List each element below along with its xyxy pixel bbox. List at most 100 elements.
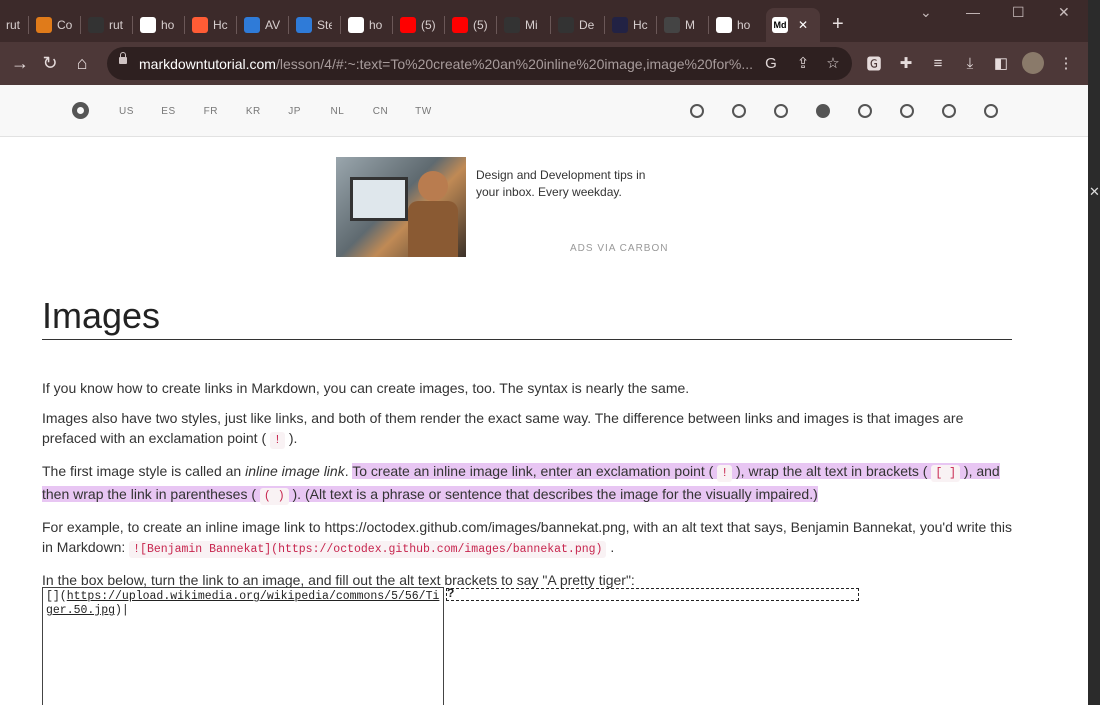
web-page: US ES FR KR JP NL CN TW Design and Development … bbox=[0, 85, 1088, 705]
new-tab-button[interactable]: + bbox=[832, 13, 844, 36]
side-strip bbox=[1088, 0, 1100, 705]
language-link-kr[interactable]: KR bbox=[246, 106, 261, 117]
lesson-dot[interactable] bbox=[984, 104, 998, 118]
lesson-dot[interactable] bbox=[732, 104, 746, 118]
ads-via-carbon-link[interactable]: ADS VIA CARBON bbox=[570, 243, 668, 254]
browser-tab[interactable]: ho bbox=[710, 8, 758, 42]
lesson-dot[interactable] bbox=[942, 104, 956, 118]
browser-tab[interactable]: Hc bbox=[606, 8, 654, 42]
url-text[interactable]: markdowntutorial.com/lesson/4/#:~:text=T… bbox=[139, 56, 759, 72]
browser-tab[interactable]: De bbox=[552, 8, 600, 42]
language-link-nl[interactable]: NL bbox=[331, 106, 345, 117]
tab-separator bbox=[28, 16, 29, 34]
browser-tab[interactable]: Md ✕ bbox=[766, 8, 820, 42]
logo-icon bbox=[612, 17, 628, 33]
forward-icon[interactable]: → bbox=[8, 51, 32, 75]
lock-icon bbox=[119, 52, 127, 64]
tab-strip: rut Co rut ho Hc AV Ste ho (5) (5) Mi De Hc Mho Md ✕ + … bbox=[0, 0, 1088, 42]
browser-tab[interactable]: (5) bbox=[446, 8, 494, 42]
lesson-dot[interactable] bbox=[900, 104, 914, 118]
ad-text[interactable]: Design and Development tips in your inbo… bbox=[476, 167, 666, 201]
browser-tab[interactable]: AV bbox=[238, 8, 286, 42]
browser-tab[interactable]: Hc bbox=[186, 8, 234, 42]
close-tab-icon[interactable]: ✕ bbox=[798, 18, 808, 32]
tab-separator bbox=[708, 16, 709, 34]
reload-icon[interactable]: ↻ bbox=[38, 51, 62, 75]
browser-tab[interactable]: rut bbox=[82, 8, 130, 42]
google-icon bbox=[140, 17, 156, 33]
tab-separator bbox=[550, 16, 551, 34]
lesson-dot[interactable] bbox=[858, 104, 872, 118]
close-icon[interactable]: ✕ bbox=[1089, 184, 1100, 200]
tab-separator bbox=[444, 16, 445, 34]
github-icon bbox=[558, 17, 574, 33]
language-link-fr[interactable]: FR bbox=[204, 106, 218, 117]
minimize-button[interactable]: — bbox=[966, 4, 980, 20]
language-link-cn[interactable]: CN bbox=[373, 106, 388, 117]
tab-title: AV bbox=[265, 18, 280, 32]
browser-tab[interactable]: Mi bbox=[498, 8, 546, 42]
tab-separator bbox=[288, 16, 289, 34]
media-control-icon[interactable]: ≡ bbox=[927, 52, 949, 74]
browser-tab[interactable]: Co bbox=[30, 8, 78, 42]
ad-person-head bbox=[418, 171, 448, 201]
lesson-dot[interactable] bbox=[690, 104, 704, 118]
markdown-editor[interactable]: [](https://upload.wikimedia.org/wikipedi… bbox=[42, 587, 444, 705]
tab-title: ho bbox=[161, 18, 175, 32]
avatar[interactable] bbox=[1022, 52, 1044, 74]
language-link-us[interactable]: US bbox=[119, 106, 134, 117]
tab-title: (5) bbox=[473, 18, 488, 32]
tab-title: ho bbox=[369, 18, 383, 32]
tab-title: rut bbox=[6, 18, 21, 32]
browser-tab[interactable]: ho bbox=[134, 8, 182, 42]
google-lens-icon[interactable]: G bbox=[761, 53, 781, 73]
github-icon bbox=[88, 17, 104, 33]
site-icon bbox=[664, 17, 680, 33]
page-title: Images bbox=[42, 285, 1012, 340]
github-icon[interactable] bbox=[72, 102, 89, 119]
code-exclamation: ! bbox=[270, 432, 285, 449]
bookmark-star-icon[interactable]: ☆ bbox=[823, 53, 843, 73]
google-icon bbox=[716, 17, 732, 33]
tab-separator bbox=[80, 16, 81, 34]
site-icon bbox=[244, 17, 260, 33]
tab-separator bbox=[132, 16, 133, 34]
translate-icon[interactable]: 🅶 bbox=[863, 52, 885, 74]
browser-tab[interactable]: M bbox=[658, 8, 706, 42]
paragraph-4: For example, to create an inline image l… bbox=[42, 519, 1012, 558]
carbon-ad[interactable]: Design and Development tips in your inbo… bbox=[336, 157, 676, 257]
lesson-dot[interactable] bbox=[816, 104, 830, 118]
tab-search-icon[interactable]: ⌄ bbox=[920, 4, 932, 21]
browser-toolbar: → ↻ ⌂ markdowntutorial.com/lesson/4/#:~:… bbox=[0, 42, 1088, 85]
language-link-tw[interactable]: TW bbox=[415, 106, 432, 117]
close-window-button[interactable]: ✕ bbox=[1058, 4, 1070, 21]
browser-tab[interactable]: rut bbox=[0, 8, 28, 42]
tab-title: Hc bbox=[213, 18, 228, 32]
language-link-jp[interactable]: JP bbox=[288, 106, 301, 117]
language-link-es[interactable]: ES bbox=[161, 106, 175, 117]
tab-separator bbox=[656, 16, 657, 34]
maximize-button[interactable]: ☐ bbox=[1012, 4, 1025, 21]
paragraph-1: If you know how to create links in Markd… bbox=[42, 380, 690, 396]
side-panel-icon[interactable]: ◧ bbox=[990, 52, 1012, 74]
tab-title: Mi bbox=[525, 18, 538, 32]
browser-tab[interactable]: Ste bbox=[290, 8, 338, 42]
menu-icon[interactable]: ⋮ bbox=[1055, 52, 1077, 74]
browser-tab[interactable]: (5) bbox=[394, 8, 442, 42]
download-icon[interactable]: ⤓ bbox=[959, 52, 981, 74]
home-icon[interactable]: ⌂ bbox=[70, 51, 94, 75]
lesson-dot[interactable] bbox=[774, 104, 788, 118]
markdown-icon: Md bbox=[772, 17, 788, 33]
broken-image-icon: ? bbox=[447, 586, 455, 600]
extensions-icon[interactable]: ✚ bbox=[895, 52, 917, 74]
site-navbar: US ES FR KR JP NL CN TW bbox=[0, 85, 1088, 137]
ad-monitor bbox=[350, 177, 408, 221]
tab-separator bbox=[340, 16, 341, 34]
site-icon bbox=[296, 17, 312, 33]
share-icon[interactable]: ⇪ bbox=[793, 53, 813, 73]
address-bar[interactable]: markdowntutorial.com/lesson/4/#:~:text=T… bbox=[107, 47, 852, 80]
tab-separator bbox=[392, 16, 393, 34]
preview-box: ? bbox=[446, 586, 859, 601]
ad-image[interactable] bbox=[336, 157, 466, 257]
browser-tab[interactable]: ho bbox=[342, 8, 390, 42]
